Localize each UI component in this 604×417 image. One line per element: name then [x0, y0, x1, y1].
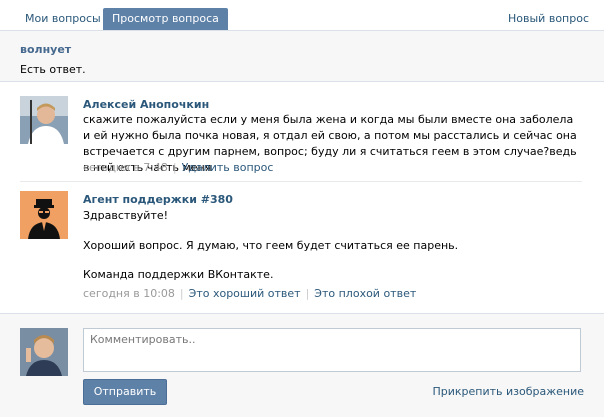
tab-my-questions[interactable]: Мои вопросы	[16, 8, 110, 30]
post-meta: сегодня в 7:48 | Удалить вопрос	[83, 161, 274, 174]
question-title: волнует	[20, 43, 72, 56]
answer-body: Хороший вопрос. Я думаю, что геем будет …	[83, 239, 459, 252]
attach-image-link[interactable]: Прикрепить изображение	[432, 385, 584, 398]
post-time: сегодня в 7:48	[83, 161, 168, 174]
tab-new-question[interactable]: Новый вопрос	[499, 8, 598, 30]
tab-view-question[interactable]: Просмотр вопроса	[103, 8, 228, 30]
question-header: волнует Есть ответ.	[0, 31, 604, 82]
answer-signature: Команда поддержки ВКонтакте.	[83, 268, 274, 281]
agent-author[interactable]: Агент поддержки #380	[83, 193, 233, 206]
delete-question-link[interactable]: Удалить вопрос	[182, 161, 274, 174]
comment-input[interactable]: Комментировать..	[83, 328, 581, 372]
answer-greeting: Здравствуйте!	[83, 209, 169, 222]
good-answer-link[interactable]: Это хороший ответ	[189, 287, 301, 300]
question-status: Есть ответ.	[20, 63, 86, 76]
answer-time: сегодня в 10:08	[83, 287, 175, 300]
answer-post: Агент поддержки #380 Здравствуйте! Хорош…	[0, 191, 604, 301]
bad-answer-link[interactable]: Это плохой ответ	[314, 287, 416, 300]
send-button[interactable]: Отправить	[83, 379, 167, 405]
comment-area: Комментировать.. Отправить Прикрепить из…	[0, 313, 604, 417]
avatar[interactable]	[20, 96, 68, 144]
post-author[interactable]: Алексей Анопочкин	[83, 98, 209, 111]
current-user-avatar[interactable]	[20, 328, 68, 376]
divider	[20, 181, 582, 182]
agent-avatar[interactable]	[20, 191, 68, 239]
tabs-bar: Мои вопросы Просмотр вопроса Новый вопро…	[0, 0, 604, 31]
question-post: Алексей Анопочкин скажите пожалуйста есл…	[0, 96, 604, 176]
answer-meta: сегодня в 10:08 | Это хороший ответ | Это пл…	[83, 287, 417, 300]
